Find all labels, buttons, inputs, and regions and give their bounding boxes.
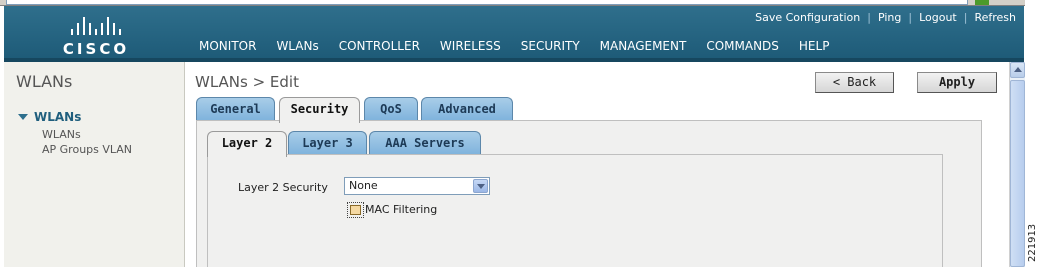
menu-commands[interactable]: COMMANDS [706,39,779,59]
tab-advanced[interactable]: Advanced [421,97,513,121]
sidebar-item-ap-groups-vlan[interactable]: AP Groups VLAN [42,143,132,156]
layer2-security-select[interactable]: None [344,177,490,195]
main-content: WLANs > Edit < Back Apply General Securi… [185,62,1010,267]
tab-general[interactable]: General [196,97,275,121]
ping-link[interactable]: Ping [878,11,901,24]
refresh-link[interactable]: Refresh [974,11,1016,24]
layer2-security-label: Layer 2 Security [238,181,328,194]
menu-controller[interactable]: CONTROLLER [339,39,420,59]
menu-monitor[interactable]: MONITOR [199,39,256,59]
layer2-security-value: None [349,179,378,192]
top-header: CISCO Save Configuration | Ping | Logout | Ref… [4,6,1024,62]
menu-wlans[interactable]: WLANs [273,39,326,62]
tab-qos[interactable]: QoS [364,97,418,121]
menu-management[interactable]: MANAGEMENT [600,39,687,59]
mac-filtering-label: MAC Filtering [365,203,438,216]
menu-wireless[interactable]: WIRELESS [440,39,501,59]
apply-button[interactable]: Apply [917,72,997,93]
menu-help[interactable]: HELP [799,39,830,59]
top-links: Save Configuration | Ping | Logout | Refresh [755,11,1016,24]
layer2-panel: Layer 2 Security None MAC Filtering [207,154,943,267]
main-menu: MONITOR WLANs CONTROLLER WIRELESS SECURI… [199,39,849,62]
sidebar-item-wlans[interactable]: WLANs [42,128,81,141]
cisco-bars-icon [56,15,136,35]
tab-layer-3[interactable]: Layer 3 [288,131,367,155]
scroll-up-icon[interactable] [1010,62,1025,78]
figure-id-text: 221913 [1027,223,1038,262]
wlc-window: CISCO Save Configuration | Ping | Logout | Ref… [0,0,1042,267]
scroll-thumb[interactable] [1010,80,1025,267]
menu-security[interactable]: SECURITY [521,39,580,59]
vertical-scrollbar[interactable] [1009,62,1025,267]
page-title: WLANs > Edit [195,73,299,91]
checkbox-box-icon[interactable] [350,205,361,215]
address-field[interactable] [6,0,968,5]
sidebar-group-wlans[interactable]: WLANs [18,110,81,124]
go-icon[interactable] [975,0,989,5]
cisco-logo: CISCO [56,15,136,59]
tab-layer-2[interactable]: Layer 2 [207,131,287,157]
save-configuration-link[interactable]: Save Configuration [755,11,860,24]
sidebar: WLANs WLANs WLANs AP Groups VLAN [4,62,185,267]
tab-aaa-servers[interactable]: AAA Servers [369,131,481,155]
tab-security[interactable]: Security [279,97,360,123]
mac-filtering-checkbox[interactable] [347,202,364,218]
expand-triangle-icon[interactable] [18,114,28,120]
logo-text: CISCO [62,40,130,58]
sidebar-group-label[interactable]: WLANs [34,110,81,124]
back-button[interactable]: < Back [815,72,894,93]
security-panel: Layer 2 Layer 3 AAA Servers Layer 2 Secu… [196,120,982,267]
logout-link[interactable]: Logout [919,11,957,24]
sidebar-title: WLANs [16,72,73,91]
figure-id: 221913 [1027,222,1039,262]
chevron-down-icon[interactable] [473,179,488,193]
